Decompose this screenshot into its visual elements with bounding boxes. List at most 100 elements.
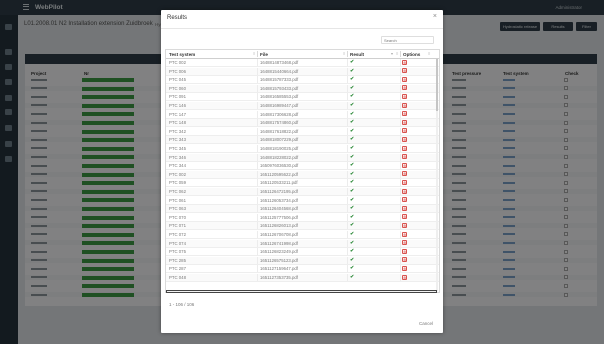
horizontal-scrollbar[interactable] (166, 290, 437, 293)
col-options-header[interactable]: Options (403, 52, 420, 57)
table-row[interactable]: PTC 006 1648815440664.pdf ✔ ⊗ (166, 67, 439, 76)
file-link[interactable]: 1648818228022.pdf (260, 155, 298, 160)
col-test-system-header[interactable]: Test system (169, 52, 195, 57)
table-row[interactable]: PTC 285 1651126575123.pdf ✔ ⊗ (166, 256, 439, 265)
table-row[interactable]: PTC 075 1651126823249.pdf ✔ ⊗ (166, 248, 439, 257)
delete-icon[interactable]: ⊗ (402, 154, 407, 160)
table-row[interactable]: PTC 002 1651120595622.pdf ✔ ⊗ (166, 170, 439, 179)
file-link[interactable]: 1651125777506.pdf (260, 215, 298, 220)
column-separator[interactable] (400, 51, 401, 57)
table-row[interactable]: PTC 091 1648816585553.pdf ✔ ⊗ (166, 93, 439, 102)
vertical-scrollbar[interactable] (436, 59, 438, 291)
file-link[interactable]: 1651127353735.pdf (260, 275, 298, 280)
file-link[interactable]: 1651126575123.pdf (260, 258, 298, 263)
table-row[interactable]: PTC 072 1651126706708.pdf ✔ ⊗ (166, 231, 439, 239)
delete-icon[interactable]: ⊗ (402, 265, 407, 271)
file-link[interactable]: 1651126053734.pdf (260, 198, 298, 203)
table-row[interactable]: PTC 074 1651126741998.pdf ✔ ⊗ (166, 239, 439, 248)
table-row[interactable]: PTC 146 1648816989447.pdf ✔ ⊗ (166, 102, 439, 110)
cancel-button[interactable]: Cancel (419, 321, 433, 326)
delete-icon[interactable]: ⊗ (402, 214, 407, 220)
check-icon: ✔ (350, 170, 355, 177)
column-menu-icon[interactable]: ≡ (343, 51, 345, 56)
delete-icon[interactable]: ⊗ (402, 59, 407, 65)
file-link[interactable]: 1648815787333.pdf (260, 77, 298, 82)
delete-icon[interactable]: ⊗ (402, 68, 407, 74)
delete-icon[interactable]: ⊗ (402, 257, 407, 263)
column-menu-icon[interactable]: ≡ (428, 51, 430, 56)
delete-icon[interactable]: ⊗ (402, 93, 407, 99)
file-link[interactable]: 1651126741998.pdf (260, 241, 298, 246)
file-link[interactable]: 1648817618822.pdf (260, 129, 298, 134)
table-row[interactable]: PTC 346 1648818228022.pdf ✔ ⊗ (166, 153, 439, 162)
vertical-scrollbar-thumb[interactable] (436, 59, 438, 111)
delete-icon[interactable]: ⊗ (402, 171, 407, 177)
sort-desc-icon[interactable]: ▾ (391, 51, 393, 56)
file-link[interactable]: 1648816989447.pdf (260, 103, 298, 108)
file-link[interactable]: 1648818007229.pdf (260, 137, 298, 142)
table-row[interactable]: PTC 071 1651126826013.pdf ✔ ⊗ (166, 222, 439, 231)
table-row[interactable]: PTC 048 1651127353735.pdf ✔ ⊗ (166, 274, 439, 282)
delete-icon[interactable]: ⊗ (402, 222, 407, 228)
delete-icon[interactable]: ⊗ (402, 76, 407, 82)
delete-icon[interactable]: ⊗ (402, 111, 407, 117)
table-row[interactable]: PTC 342 1648817618822.pdf ✔ ⊗ (166, 127, 439, 136)
table-row[interactable]: PTC 002 1648814873468.pdf ✔ ⊗ (166, 59, 439, 67)
col-result-header[interactable]: Result (350, 52, 364, 57)
delete-icon[interactable]: ⊗ (402, 248, 407, 254)
table-row[interactable]: PTC 287 1651127159647.pdf ✔ ⊗ (166, 265, 439, 274)
delete-icon[interactable]: ⊗ (402, 274, 407, 280)
delete-icon[interactable]: ⊗ (402, 85, 407, 91)
file-link[interactable]: 1648816585553.pdf (260, 94, 298, 99)
delete-icon[interactable]: ⊗ (402, 102, 407, 108)
delete-icon[interactable]: ⊗ (402, 205, 407, 211)
file-link[interactable]: 1651127159647.pdf (260, 266, 298, 271)
cell-separator (347, 127, 348, 135)
table-row[interactable]: PTC 045 1648815787333.pdf ✔ ⊗ (166, 76, 439, 85)
delete-icon[interactable]: ⊗ (402, 136, 407, 142)
close-icon[interactable]: × (433, 13, 437, 20)
file-link[interactable]: 1651126706708.pdf (260, 232, 298, 237)
file-link[interactable]: 1651126404568.pdf (260, 206, 298, 211)
delete-icon[interactable]: ⊗ (402, 128, 407, 134)
search-input[interactable] (381, 36, 434, 44)
table-row[interactable]: PTC 060 1648815793433.pdf ✔ ⊗ (166, 84, 439, 93)
delete-icon[interactable]: ⊗ (402, 188, 407, 194)
delete-icon[interactable]: ⊗ (402, 231, 407, 237)
table-row[interactable]: PTC 059 1651120533211.pdf ✔ ⊗ (166, 179, 439, 188)
delete-icon[interactable]: ⊗ (402, 119, 407, 125)
table-row[interactable]: PTC 061 1651126053734.pdf ✔ ⊗ (166, 196, 439, 205)
file-link[interactable]: 1651126472195.pdf (260, 189, 298, 194)
delete-icon[interactable]: ⊗ (402, 240, 407, 246)
table-row[interactable]: PTC 063 1651126404568.pdf ✔ ⊗ (166, 205, 439, 214)
delete-icon[interactable]: ⊗ (402, 179, 407, 185)
col-file-header[interactable]: File (260, 52, 268, 57)
table-row[interactable]: PTC 062 1651126472195.pdf ✔ ⊗ (166, 188, 439, 196)
file-link[interactable]: 1651120595622.pdf (260, 172, 298, 177)
table-row[interactable]: PTC 070 1651125777506.pdf ✔ ⊗ (166, 213, 439, 222)
table-row[interactable]: PTC 147 1648817306628.pdf ✔ ⊗ (166, 110, 439, 119)
file-link[interactable]: 1651126823249.pdf (260, 249, 298, 254)
table-row[interactable]: PTC 343 1648818007229.pdf ✔ ⊗ (166, 136, 439, 145)
file-link[interactable]: 1648815793433.pdf (260, 86, 298, 91)
file-link[interactable]: 1651120533211.pdf (260, 180, 298, 185)
column-separator[interactable] (257, 51, 258, 57)
table-row[interactable]: PTC 148 1648817574860.pdf ✔ ⊗ (166, 119, 439, 128)
column-menu-icon[interactable]: ≡ (396, 51, 398, 56)
file-link[interactable]: 1650976036530.pdf (260, 163, 298, 168)
table-row[interactable]: PTC 345 1648818190025.pdf ✔ ⊗ (166, 145, 439, 153)
file-link[interactable]: 1648817574860.pdf (260, 120, 298, 125)
delete-icon[interactable]: ⊗ (402, 145, 407, 151)
cell-separator (347, 145, 348, 152)
delete-icon[interactable]: ⊗ (402, 197, 407, 203)
column-menu-icon[interactable]: ≡ (253, 51, 255, 56)
file-link[interactable]: 1648817306628.pdf (260, 112, 298, 117)
cell-separator (400, 248, 401, 256)
file-link[interactable]: 1648814873468.pdf (260, 60, 298, 65)
file-link[interactable]: 1648818190025.pdf (260, 146, 298, 151)
delete-icon[interactable]: ⊗ (402, 162, 407, 168)
file-link[interactable]: 1651126826013.pdf (260, 223, 298, 228)
file-link[interactable]: 1648815440664.pdf (260, 69, 298, 74)
column-separator[interactable] (347, 51, 348, 57)
table-row[interactable]: PTC 344 1650976036530.pdf ✔ ⊗ (166, 162, 439, 171)
